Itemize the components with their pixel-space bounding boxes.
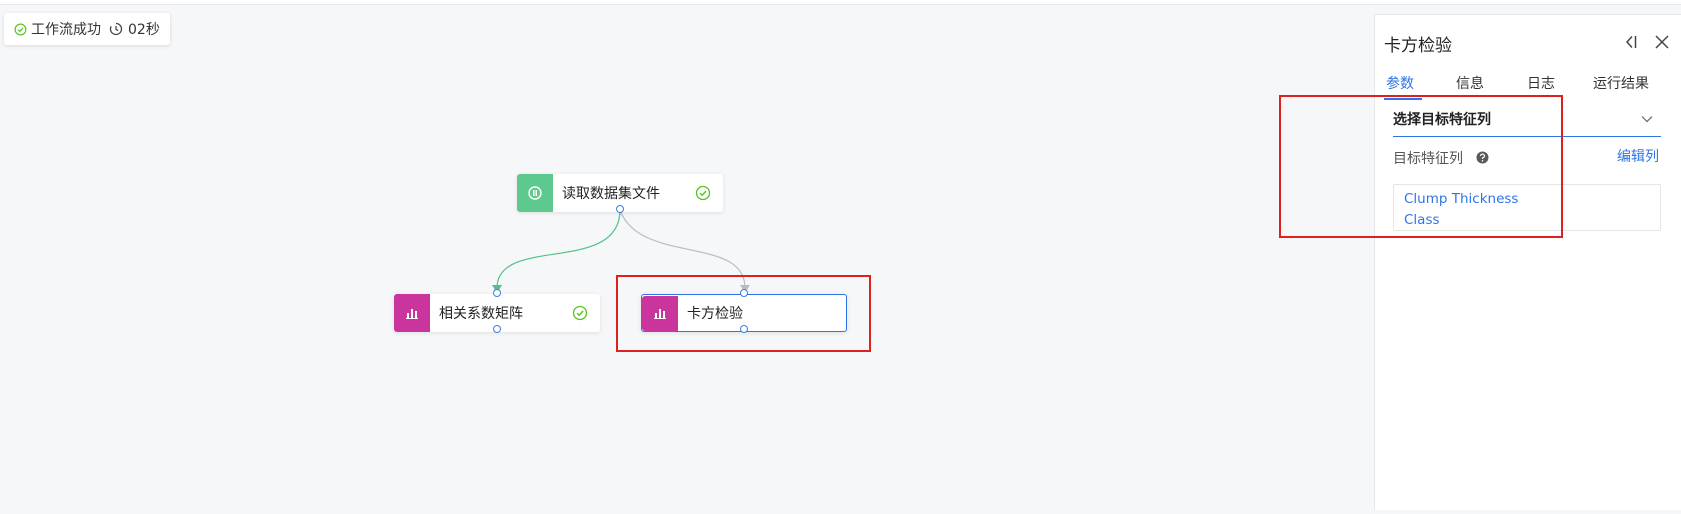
edge-read-to-correlation <box>496 209 621 289</box>
dataset-icon <box>528 186 542 200</box>
workflow-status-pill: 工作流成功 02秒 <box>4 13 170 45</box>
node-read-dataset-icon-box <box>517 174 553 212</box>
node-correlation-matrix-input-port[interactable] <box>493 289 501 297</box>
tab-info[interactable]: 信息 <box>1456 73 1484 93</box>
close-icon[interactable] <box>1653 33 1671 51</box>
highlight-box-node <box>616 275 871 352</box>
node-correlation-matrix-icon-box <box>394 294 430 332</box>
bar-chart-icon <box>406 309 418 319</box>
success-check-icon <box>572 305 588 321</box>
tab-params[interactable]: 参数 <box>1386 73 1414 93</box>
tab-logs[interactable]: 日志 <box>1527 73 1555 93</box>
node-correlation-matrix-output-port[interactable] <box>493 325 501 333</box>
edges-layer <box>492 209 750 293</box>
workflow-status-text: 工作流成功 <box>31 22 101 38</box>
timer-icon <box>109 22 123 36</box>
edit-columns-link[interactable]: 编辑列 <box>1617 146 1659 166</box>
tab-results[interactable]: 运行结果 <box>1593 73 1649 93</box>
chevron-down-icon[interactable] <box>1641 115 1653 123</box>
properties-panel: 卡方检验 参数 信息 日志 运行结果 选择目标特征列 目标特征列 编辑列 Clu… <box>1374 14 1681 510</box>
node-correlation-matrix-label: 相关系数矩阵 <box>439 306 523 322</box>
success-check-icon <box>695 185 711 201</box>
success-check-icon <box>14 23 27 35</box>
node-read-dataset-label: 读取数据集文件 <box>562 186 660 202</box>
workflow-canvas[interactable] <box>0 5 1374 509</box>
collapse-panel-icon[interactable] <box>1623 33 1639 51</box>
node-read-dataset-output-port[interactable] <box>616 205 624 213</box>
workflow-duration: 02秒 <box>128 22 160 38</box>
highlight-box-panel-section <box>1279 95 1563 238</box>
panel-title: 卡方检验 <box>1384 36 1452 56</box>
